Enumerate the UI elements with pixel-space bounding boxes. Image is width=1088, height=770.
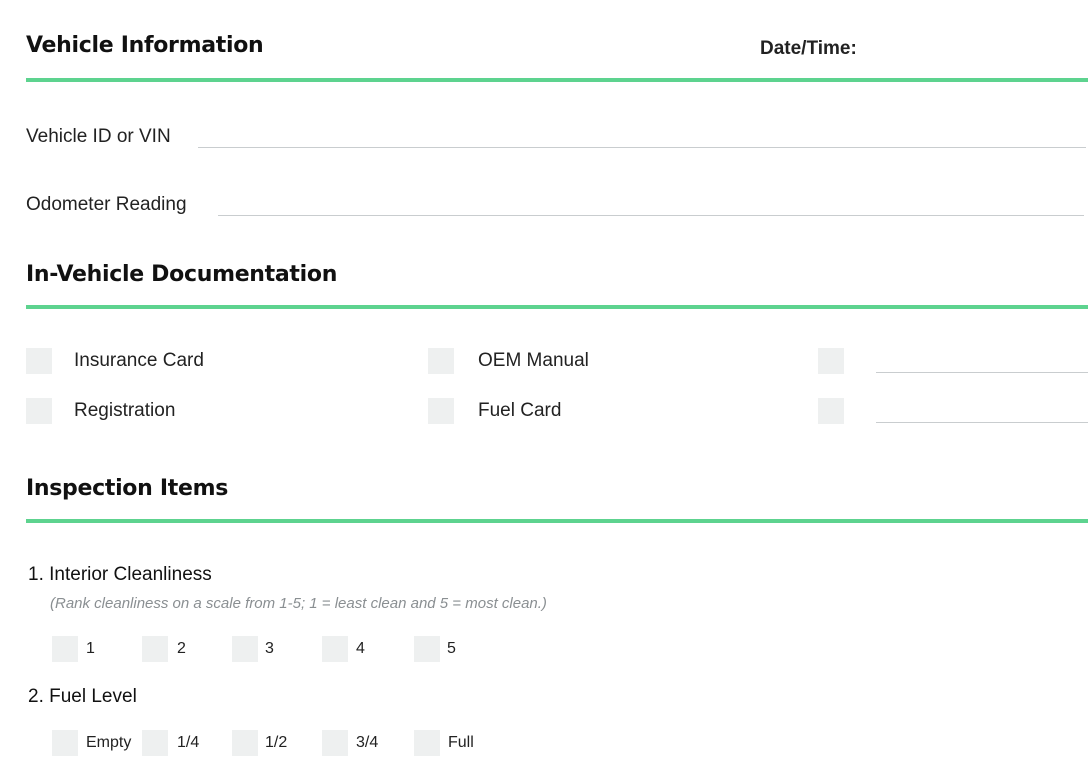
vin-label: Vehicle ID or VIN (26, 126, 171, 147)
fuel-three-quarter-label: 3/4 (356, 734, 379, 751)
date-time-label: Date/Time: (760, 38, 857, 59)
vin-field[interactable] (198, 147, 1086, 148)
cleanliness-option-1-checkbox[interactable] (52, 636, 78, 662)
inspection-items-heading: Inspection Items (26, 476, 228, 501)
fuel-empty-label: Empty (86, 734, 132, 751)
registration-label: Registration (74, 400, 176, 421)
other-document-checkbox-2[interactable] (818, 398, 844, 424)
fuel-full-label: Full (448, 734, 474, 751)
fuel-level-title: 2. Fuel Level (28, 686, 137, 707)
fuel-card-label: Fuel Card (478, 400, 562, 421)
section-divider (26, 78, 1088, 82)
fuel-full-checkbox[interactable] (414, 730, 440, 756)
fuel-half-checkbox[interactable] (232, 730, 258, 756)
insurance-card-checkbox[interactable] (26, 348, 52, 374)
vehicle-information-heading: Vehicle Information (26, 33, 264, 58)
registration-checkbox[interactable] (26, 398, 52, 424)
oem-manual-checkbox[interactable] (428, 348, 454, 374)
cleanliness-option-4-checkbox[interactable] (322, 636, 348, 662)
fuel-quarter-label: 1/4 (177, 734, 200, 751)
cleanliness-option-5-checkbox[interactable] (414, 636, 440, 662)
odometer-label: Odometer Reading (26, 194, 187, 215)
section-divider (26, 305, 1088, 309)
cleanliness-option-2-label: 2 (177, 640, 186, 657)
fuel-card-checkbox[interactable] (428, 398, 454, 424)
oem-manual-label: OEM Manual (478, 350, 589, 371)
odometer-field[interactable] (218, 215, 1084, 216)
cleanliness-option-1-label: 1 (86, 640, 95, 657)
section-divider (26, 519, 1088, 523)
fuel-empty-checkbox[interactable] (52, 730, 78, 756)
in-vehicle-documentation-heading: In-Vehicle Documentation (26, 262, 338, 287)
cleanliness-option-5-label: 5 (447, 640, 456, 657)
fuel-three-quarter-checkbox[interactable] (322, 730, 348, 756)
interior-cleanliness-hint: (Rank cleanliness on a scale from 1-5; 1… (50, 595, 547, 612)
other-document-field[interactable] (876, 372, 1088, 373)
date-time-field[interactable] (870, 34, 1080, 64)
other-document-field-2[interactable] (876, 422, 1088, 423)
interior-cleanliness-title: 1. Interior Cleanliness (28, 564, 212, 585)
cleanliness-option-3-label: 3 (265, 640, 274, 657)
fuel-quarter-checkbox[interactable] (142, 730, 168, 756)
cleanliness-option-4-label: 4 (356, 640, 365, 657)
cleanliness-option-3-checkbox[interactable] (232, 636, 258, 662)
fuel-half-label: 1/2 (265, 734, 288, 751)
cleanliness-option-2-checkbox[interactable] (142, 636, 168, 662)
other-document-checkbox[interactable] (818, 348, 844, 374)
insurance-card-label: Insurance Card (74, 350, 204, 371)
